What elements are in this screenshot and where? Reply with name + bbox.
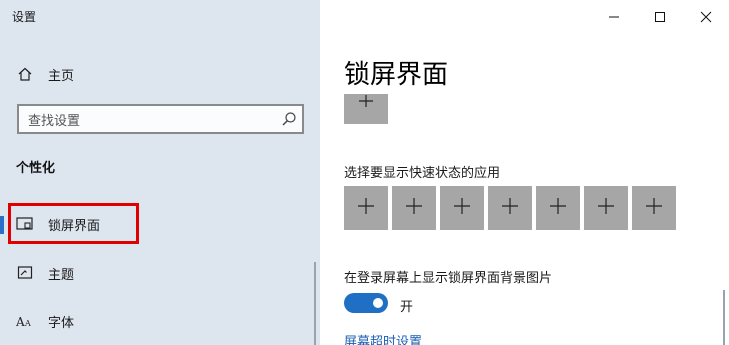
toggle-state-label: 开 xyxy=(400,300,414,315)
minimize-button[interactable] xyxy=(591,4,637,30)
plus-icon xyxy=(404,196,424,220)
sidebar: 设置 主页 查找设置 个性化 锁屏界面 主题 AA 字体 xyxy=(0,0,320,345)
sidebar-scrollbar[interactable] xyxy=(314,262,316,345)
svg-text:A: A xyxy=(24,319,31,328)
close-icon xyxy=(700,8,712,27)
active-indicator xyxy=(0,216,4,234)
sidebar-item-home[interactable]: 主页 xyxy=(16,62,74,86)
sidebar-item-label: 锁屏界面 xyxy=(48,218,101,234)
plus-icon xyxy=(356,196,376,220)
main-panel: 锁屏界面 选择要显示快速状态的应用 在登录屏幕上显示锁屏界面背景图片 开 屏幕超… xyxy=(320,0,729,345)
sidebar-item-label: 字体 xyxy=(48,315,75,331)
search-input[interactable]: 查找设置 xyxy=(28,110,276,129)
minimize-icon xyxy=(608,8,620,27)
quick-status-tile[interactable] xyxy=(344,186,388,230)
detailed-status-tile[interactable] xyxy=(344,94,388,124)
maximize-icon xyxy=(654,8,666,27)
sidebar-item-lock-screen[interactable]: 锁屏界面 xyxy=(0,207,316,241)
main-scrollbar[interactable] xyxy=(723,290,725,345)
quick-status-tile[interactable] xyxy=(392,186,436,230)
quick-status-tile[interactable] xyxy=(584,186,628,230)
plus-icon xyxy=(596,196,616,220)
plus-icon xyxy=(644,196,664,220)
sidebar-item-theme[interactable]: 主题 xyxy=(0,256,316,290)
screen-timeout-link[interactable]: 屏幕超时设置 xyxy=(344,331,422,345)
background-setting-label: 在登录屏幕上显示锁屏界面背景图片 xyxy=(344,271,553,286)
close-button[interactable] xyxy=(683,4,729,30)
plus-icon xyxy=(548,196,568,220)
search-box[interactable]: 查找设置 xyxy=(17,104,304,134)
svg-text:A: A xyxy=(16,315,25,328)
theme-icon xyxy=(16,264,34,282)
quick-status-label: 选择要显示快速状态的应用 xyxy=(344,166,501,181)
background-toggle[interactable] xyxy=(344,293,388,313)
quick-status-tile[interactable] xyxy=(536,186,580,230)
search-icon[interactable] xyxy=(276,106,302,132)
page-title: 锁屏界面 xyxy=(344,60,449,90)
plus-icon xyxy=(452,196,472,220)
plus-icon xyxy=(356,94,376,113)
sidebar-item-label: 主题 xyxy=(48,267,75,283)
sidebar-item-label: 主页 xyxy=(48,68,75,84)
plus-icon xyxy=(500,196,520,220)
section-title: 个性化 xyxy=(16,161,56,176)
toggle-knob xyxy=(373,298,383,308)
sidebar-item-font[interactable]: AA 字体 xyxy=(0,304,316,338)
app-title: 设置 xyxy=(12,10,37,24)
lock-screen-icon xyxy=(16,215,34,233)
quick-status-tile[interactable] xyxy=(440,186,484,230)
maximize-button[interactable] xyxy=(637,4,683,30)
home-icon xyxy=(16,65,34,83)
quick-status-tile[interactable] xyxy=(632,186,676,230)
quick-status-tile[interactable] xyxy=(488,186,532,230)
font-icon: AA xyxy=(16,312,34,330)
